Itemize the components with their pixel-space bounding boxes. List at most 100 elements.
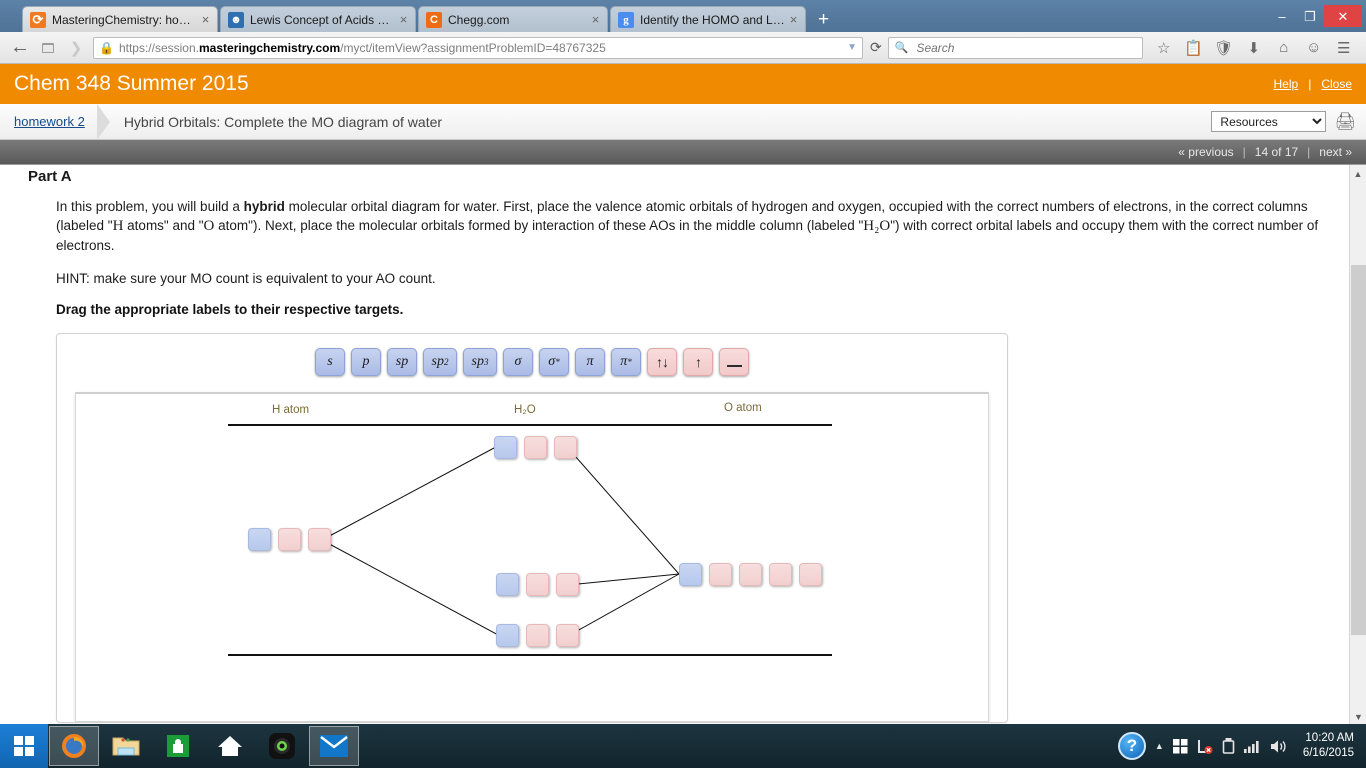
close-link[interactable]: Close [1321,77,1352,91]
drop-target[interactable] [554,436,577,459]
chevron-separator-icon: ❯ [69,39,83,57]
label-chip-empty-orbital[interactable] [719,348,749,376]
drop-target[interactable] [739,563,762,586]
label-chip-pi[interactable]: π [575,348,605,376]
taskbar-file-explorer[interactable] [101,726,151,766]
breadcrumb-parent-link[interactable]: homework 2 [14,114,85,129]
drop-target[interactable] [709,563,732,586]
tab-title: MasteringChemistry: hom... [52,12,198,27]
tab-strip: ⟳ MasteringChemistry: hom... × ☻ Lewis C… [0,0,1366,32]
browser-tab-1[interactable]: ⟳ MasteringChemistry: hom... × [22,6,218,32]
minimize-button[interactable]: – [1268,5,1296,27]
taskbar-clock[interactable]: 10:20 AM 6/16/2015 [1297,731,1358,761]
close-icon[interactable]: × [588,12,603,27]
site-identity-icon[interactable] [34,35,62,61]
part-heading: Part A [28,168,72,185]
drop-target[interactable] [524,436,547,459]
tab-title: Identify the HOMO and LU... [640,12,786,27]
battery-icon[interactable] [1222,738,1235,754]
help-question-icon[interactable]: ? [1117,732,1146,760]
search-input[interactable] [914,39,1136,56]
drop-target[interactable] [769,563,792,586]
breadcrumb-tools: Resources 🖨 [1211,111,1366,132]
next-button[interactable]: next » [1319,145,1352,159]
close-icon[interactable]: × [786,12,801,27]
clock-date: 6/16/2015 [1302,747,1354,759]
taskbar-camera[interactable] [257,726,307,766]
label-chip-sp[interactable]: sp [387,348,417,376]
label-chip-sigma[interactable]: σ [503,348,533,376]
tab-title: Chegg.com [448,12,510,27]
taskbar-store[interactable] [153,726,203,766]
scroll-down-arrow-icon[interactable]: ▼ [1350,708,1366,724]
drop-target[interactable] [496,573,519,596]
reload-icon[interactable]: ⟳ [866,39,888,56]
browser-tab-2[interactable]: ☻ Lewis Concept of Acids an... × [220,6,416,32]
url-text: https://session.masteringchemistry.com/m… [118,40,606,55]
new-tab-button[interactable]: + [808,10,839,32]
chegg-c-icon: C [426,11,442,28]
drop-target[interactable] [556,624,579,647]
scrollbar-thumb[interactable] [1351,265,1366,635]
drop-target[interactable] [496,624,519,647]
back-arrow-icon[interactable]: ← [6,35,34,61]
close-icon[interactable]: × [198,12,213,27]
pocket-shield-icon[interactable]: 🛡 [1209,35,1239,61]
breadcrumb: homework 2 Hybrid Orbitals: Complete the… [0,103,1366,140]
printer-icon[interactable]: 🖨 [1334,112,1356,132]
search-bar[interactable]: 🔍 [887,36,1143,59]
page-title: Chem 348 Summer 2015 [14,72,249,95]
page-body: Chem 348 Summer 2015 Help | Close homewo… [0,64,1366,724]
drop-target[interactable] [556,573,579,596]
help-link[interactable]: Help [1274,77,1299,91]
network-error-icon[interactable] [1197,739,1213,754]
drop-target[interactable] [799,563,822,586]
resources-select[interactable]: Resources [1211,111,1327,132]
windows-flag-icon[interactable] [1172,738,1188,754]
hamburger-menu-icon[interactable]: ☰ [1329,35,1359,61]
house-icon [218,736,242,756]
url-bar[interactable]: 🔒 https://session.masteringchemistry.com… [93,36,863,59]
label-chip-s[interactable]: s [315,348,345,376]
drop-target[interactable] [278,528,301,551]
scroll-up-arrow-icon[interactable]: ▲ [1350,165,1366,182]
browser-tab-4[interactable]: g Identify the HOMO and LU... × [610,6,806,32]
label-chip-pi-star[interactable]: π * [611,348,641,376]
link-separator: | [1308,77,1312,91]
close-icon[interactable]: × [396,12,411,27]
window-close-button[interactable]: ✕ [1324,5,1362,27]
start-windows-icon[interactable] [0,724,48,768]
taskbar-mail[interactable] [309,726,359,766]
drop-target[interactable] [248,528,271,551]
previous-button[interactable]: « previous [1178,145,1233,159]
label-chip-paired-electrons[interactable]: ↑↓ [647,348,677,376]
reader-list-icon[interactable]: 📋 [1179,35,1209,61]
taskbar-home[interactable] [205,726,255,766]
problem-hint: HINT: make sure your MO count is equival… [56,271,436,286]
drop-target[interactable] [526,624,549,647]
drop-target[interactable] [526,573,549,596]
signal-bars-icon[interactable] [1243,739,1261,753]
home-icon[interactable]: ⌂ [1269,35,1299,61]
drop-target[interactable] [679,563,702,586]
maximize-button[interactable]: ❐ [1296,5,1324,27]
star-icon[interactable]: ☆ [1149,35,1179,61]
course-header-links: Help | Close [1274,77,1353,91]
downloads-arrow-icon[interactable]: ⬇ [1239,35,1269,61]
label-chip-sigma-star[interactable]: σ * [539,348,569,376]
camera-lens-icon [269,733,295,759]
browser-tab-3[interactable]: C Chegg.com × [418,6,608,32]
taskbar-firefox[interactable] [49,726,99,766]
label-chip-sp2[interactable]: sp 2 [423,348,457,376]
volume-icon[interactable] [1270,739,1288,754]
label-chip-single-electron[interactable]: ↑ [683,348,713,376]
page-scrollbar[interactable]: ▲ ▼ [1349,165,1366,724]
drop-target[interactable] [494,436,517,459]
mo-diagram-canvas: H atom H₂O O atom [75,392,989,722]
label-chip-p[interactable]: p [351,348,381,376]
chevron-down-icon[interactable]: ▼ [841,42,857,53]
label-chip-sp3[interactable]: sp 3 [463,348,497,376]
chevron-up-icon[interactable]: ▲ [1155,741,1164,751]
sync-face-icon[interactable]: ☺ [1299,35,1329,61]
drop-target[interactable] [308,528,331,551]
